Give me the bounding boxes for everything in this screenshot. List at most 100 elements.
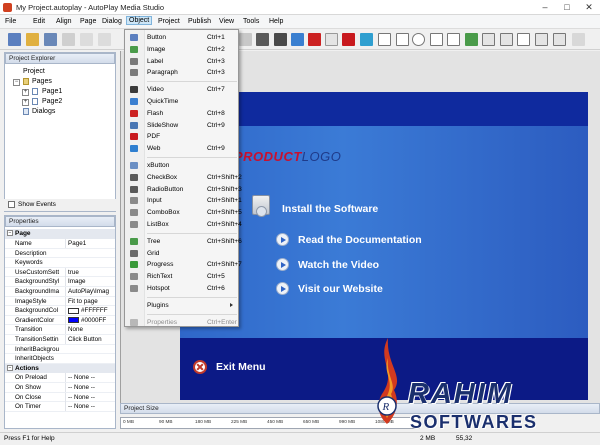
property-value[interactable]: Page1 <box>65 239 115 248</box>
radio-tool-icon[interactable] <box>412 33 425 46</box>
menu-view[interactable]: View <box>216 17 237 26</box>
pdf-tool-icon[interactable] <box>342 33 355 46</box>
menu-item-radiobutton[interactable]: RadioButton Ctrl+Shift+3 <box>125 184 242 195</box>
event-value[interactable]: -- None -- <box>65 373 115 383</box>
property-value[interactable]: Fit to page <box>65 296 115 306</box>
menu-item-pdf[interactable]: PDF <box>125 131 238 142</box>
property-value[interactable]: true <box>65 267 115 277</box>
menu-item-xbutton[interactable]: xButton <box>125 160 238 171</box>
slideshow-tool-icon[interactable] <box>325 33 338 46</box>
close-button[interactable]: ✕ <box>578 0 600 15</box>
property-row[interactable]: Description <box>5 249 115 259</box>
event-row[interactable]: On Show -- None -- <box>5 383 115 393</box>
progress-tool-icon[interactable] <box>500 33 513 46</box>
menu-tools[interactable]: Tools <box>240 17 262 26</box>
menu-item-listbox[interactable]: ListBox Ctrl+Shift+4 <box>125 219 242 230</box>
event-row[interactable]: On Close -- None -- <box>5 392 115 403</box>
cut-icon[interactable] <box>62 33 75 46</box>
combo-tool-icon[interactable] <box>430 33 443 46</box>
property-row[interactable]: InheritBackgrou <box>5 345 115 355</box>
web-tool-icon[interactable] <box>360 33 373 46</box>
plugin-tool-icon[interactable] <box>553 33 566 46</box>
property-row[interactable]: GradientColor #0000FF <box>5 315 115 326</box>
input-tool-icon[interactable] <box>378 33 391 46</box>
event-value[interactable]: -- None -- <box>65 392 115 402</box>
paste-icon[interactable] <box>98 33 111 46</box>
menu-item-paragraph[interactable]: Paragraph Ctrl+3 <box>125 67 238 78</box>
menu-item-video[interactable]: Video Ctrl+7 <box>125 84 238 95</box>
exit-icon[interactable] <box>193 360 207 374</box>
show-events-option[interactable]: Show Events <box>4 199 116 211</box>
pen-tool-icon[interactable] <box>572 33 585 46</box>
expand-icon[interactable]: + <box>22 89 29 96</box>
menu-item-flash[interactable]: Flash Ctrl+8 <box>125 108 238 119</box>
copy-icon[interactable] <box>80 33 93 46</box>
quicktime-tool-icon[interactable] <box>291 33 304 46</box>
install-software-link[interactable]: Install the Software <box>282 203 378 215</box>
tree-item-dialogs[interactable]: Dialogs <box>32 108 55 115</box>
menu-help[interactable]: Help <box>266 17 286 26</box>
expand-icon[interactable]: + <box>22 99 29 106</box>
tree-item-page1[interactable]: Page1 <box>42 88 62 95</box>
property-row[interactable]: Name Page1 <box>5 239 115 249</box>
align-icon[interactable] <box>239 33 252 46</box>
menu-item-hotspot[interactable]: Hotspot Ctrl+6 <box>125 283 238 294</box>
read-documentation-link[interactable]: Read the Documentation <box>298 234 422 246</box>
property-row[interactable]: Keywords <box>5 258 115 268</box>
event-row[interactable]: On Preload -- None -- <box>5 373 115 383</box>
property-row[interactable]: BackgroundCol #FFFFFF <box>5 306 115 316</box>
watch-video-link[interactable]: Watch the Video <box>298 259 379 271</box>
property-row[interactable]: ImageStyle Fit to page <box>5 296 115 307</box>
minimize-button[interactable]: – <box>534 0 556 15</box>
property-row[interactable]: BackgroundIma AutoPlay\Imag <box>5 287 115 297</box>
menu-item-combobox[interactable]: ComboBox Ctrl+Shift+5 <box>125 207 242 218</box>
menu-page[interactable]: Page <box>77 17 99 26</box>
collapse-icon[interactable]: − <box>13 79 20 86</box>
globe-tool-icon[interactable] <box>274 33 287 46</box>
listbox-tool-icon[interactable] <box>447 33 460 46</box>
menu-item-image[interactable]: Image Ctrl+2 <box>125 44 238 55</box>
software-box-icon[interactable] <box>252 195 270 217</box>
property-row[interactable]: Transition None <box>5 325 115 335</box>
property-value[interactable]: Click Button <box>65 335 115 344</box>
property-row[interactable]: UseCustomSett true <box>5 267 115 278</box>
event-row[interactable]: On Timer -- None -- <box>5 402 115 412</box>
property-value[interactable]: Image <box>65 277 115 287</box>
menu-object[interactable]: Object <box>126 16 153 25</box>
menu-edit[interactable]: Edit <box>30 17 48 26</box>
property-row[interactable]: BackgroundStyl Image <box>5 277 115 287</box>
menu-file[interactable]: File <box>2 17 19 26</box>
menu-dialog[interactable]: Dialog <box>99 17 125 26</box>
button-tool-icon[interactable] <box>256 33 269 46</box>
checkbox-tool-icon[interactable] <box>396 33 409 46</box>
tree-item-project[interactable]: Project <box>23 68 45 75</box>
product-logo[interactable]: PRODUCTLOGO <box>234 149 341 164</box>
show-events-checkbox[interactable] <box>8 201 15 208</box>
category-actions[interactable]: − Actions <box>5 363 115 374</box>
wand-icon[interactable] <box>8 33 21 46</box>
menu-item-progress[interactable]: Progress Ctrl+Shift+7 <box>125 259 242 270</box>
hotspot-tool-icon[interactable] <box>535 33 548 46</box>
menu-item-quicktime[interactable]: QuickTime <box>125 96 238 107</box>
tree-item-pages[interactable]: Pages <box>32 78 52 85</box>
menu-item-label[interactable]: Label Ctrl+3 <box>125 56 238 67</box>
menu-item-richtext[interactable]: RichText Ctrl+5 <box>125 271 238 282</box>
property-value[interactable]: #0000FF <box>65 315 115 325</box>
tree-tool-icon[interactable] <box>465 33 478 46</box>
property-value[interactable]: None <box>65 325 115 335</box>
maximize-button[interactable]: □ <box>556 0 578 15</box>
menu-item-checkbox[interactable]: CheckBox Ctrl+Shift+2 <box>125 172 242 183</box>
grid-tool-icon[interactable] <box>482 33 495 46</box>
open-icon[interactable] <box>26 33 39 46</box>
menu-publish[interactable]: Publish <box>185 17 214 26</box>
property-value[interactable]: #FFFFFF <box>65 306 115 316</box>
menu-item-button[interactable]: Button Ctrl+1 <box>125 32 238 43</box>
property-value[interactable]: AutoPlay\Imag <box>65 287 115 296</box>
property-row[interactable]: InheritObjects <box>5 354 115 364</box>
event-value[interactable]: -- None -- <box>65 383 115 392</box>
menu-item-grid[interactable]: Grid <box>125 248 238 259</box>
flash-tool-icon[interactable] <box>308 33 321 46</box>
property-row[interactable]: TransitionSettin Click Button <box>5 335 115 345</box>
menu-item-plugins[interactable]: Plugins <box>125 300 238 311</box>
menu-item-web[interactable]: Web Ctrl+9 <box>125 143 238 154</box>
